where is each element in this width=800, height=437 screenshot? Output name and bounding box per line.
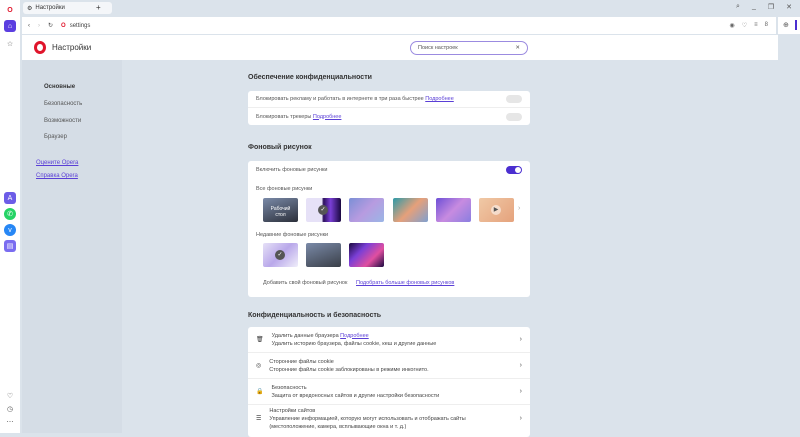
wallpaper-card: Включить фоновые рисунки Все фоновые рис…	[248, 161, 530, 297]
nav-item-security[interactable]: Безопасность	[44, 101, 82, 107]
block-trackers-row: Блокировать трекеры Подробнее	[248, 108, 530, 125]
settings-header: Настройки Поиск настроек ✕	[22, 35, 778, 60]
home-icon[interactable]: ⌂	[4, 20, 16, 32]
whatsapp-icon[interactable]: ✆	[4, 208, 16, 220]
opera-help-link[interactable]: Справка Opera	[36, 173, 78, 179]
chevron-right-icon: ›	[519, 336, 522, 343]
play-icon: ▶	[491, 205, 501, 215]
cookies-row[interactable]: ◎ Сторонние файлы cookie Сторонние файлы c…	[248, 353, 530, 379]
check-icon: ✓	[275, 250, 285, 260]
privacy-card: Блокировать рекламу и работать в интерне…	[248, 91, 530, 125]
panel-indicator	[795, 20, 797, 30]
wallpaper-video-thumb[interactable]: ▶	[479, 198, 514, 222]
opera-logo-icon	[34, 41, 46, 54]
tab-bar: ⚙ Настройки + ⌕ _ ❐ ✕	[20, 0, 800, 16]
search-tabs-icon[interactable]: ⌕	[736, 3, 740, 11]
recent-wallpapers-label: Недавние фоновые рисунки	[256, 232, 329, 238]
player-icon[interactable]: ▤	[4, 240, 16, 252]
wallpaper-selected[interactable]: ✓	[306, 198, 341, 222]
add-wallpaper-button[interactable]: Добавить свой фоновый рисунок	[263, 280, 347, 286]
trash-icon: 🗑	[256, 337, 264, 343]
wallpaper-thumb[interactable]	[436, 198, 471, 222]
enable-wallpapers-toggle[interactable]	[506, 165, 522, 174]
site-settings-row[interactable]: ☰ Настройки сайтов Управление информацией,…	[248, 405, 530, 435]
wallpaper-thumb[interactable]	[393, 198, 428, 222]
wallpaper-desktop[interactable]: Рабочий стол	[263, 198, 298, 222]
security-row[interactable]: 🔒 Безопасность Защита от вредоносных сайто…	[248, 379, 530, 405]
profile-icon[interactable]: 8	[765, 22, 768, 29]
reload-icon[interactable]: ↻	[48, 22, 53, 29]
restore-button[interactable]: ❐	[768, 3, 774, 11]
extensions-panel: ⊕	[778, 17, 800, 34]
wallpaper-section-title: Фоновый рисунок	[248, 144, 312, 151]
next-wallpapers-icon[interactable]: ›	[518, 205, 520, 212]
page-title: Настройки	[52, 43, 92, 52]
recent-wallpaper-thumb[interactable]	[349, 243, 384, 267]
wallpaper-thumb[interactable]	[349, 198, 384, 222]
learn-more-link[interactable]: Подробнее	[340, 333, 369, 339]
settings-nav: Основные Безопасность Возможности Браузе…	[22, 60, 122, 433]
learn-more-link[interactable]: Подробнее	[425, 96, 454, 102]
clear-data-row[interactable]: 🗑 Удалить данные браузера Подробнее Удалит…	[248, 327, 530, 353]
sliders-icon: ☰	[256, 416, 262, 422]
opera-menu-icon[interactable]: O	[4, 4, 16, 16]
back-icon[interactable]: ‹	[28, 23, 30, 29]
address-bar: ‹ › ↻ O settings ◉ ♡ ≡ 8	[22, 17, 776, 34]
block-trackers-toggle[interactable]	[506, 112, 522, 121]
lock-icon: 🔒	[256, 389, 264, 395]
block-ads-toggle[interactable]	[506, 95, 522, 103]
vk-icon[interactable]: v	[4, 224, 16, 236]
close-button[interactable]: ✕	[786, 3, 792, 11]
heart-icon[interactable]: ♡	[742, 22, 747, 29]
new-tab-button[interactable]: +	[96, 3, 101, 12]
history-icon[interactable]: ◷	[4, 403, 16, 415]
recent-wallpaper-thumb[interactable]	[306, 243, 341, 267]
clear-search-icon[interactable]: ✕	[515, 45, 520, 51]
aria-icon[interactable]: A	[4, 192, 16, 204]
nav-item-features[interactable]: Возможности	[44, 118, 81, 124]
chevron-right-icon: ›	[519, 415, 522, 422]
cookie-icon: ◎	[256, 363, 262, 369]
security-section-title: Конфиденциальность и безопасность	[248, 312, 382, 319]
nav-item-browser[interactable]: Браузер	[44, 134, 67, 140]
url-field[interactable]: settings	[70, 23, 91, 29]
all-wallpapers-label: Все фоновые рисунки	[256, 186, 313, 192]
search-settings-input[interactable]: Поиск настроек ✕	[410, 41, 528, 55]
more-wallpapers-link[interactable]: Подобрать больше фоновых рисунков	[356, 280, 454, 286]
recent-wallpaper-selected[interactable]: ✓	[263, 243, 298, 267]
opera-logo-icon: O	[61, 22, 66, 29]
learn-more-link[interactable]: Подробнее	[313, 114, 342, 120]
camera-icon[interactable]: ◉	[730, 22, 735, 29]
block-ads-row: Блокировать рекламу и работать в интерне…	[248, 91, 530, 108]
forward-icon[interactable]: ›	[38, 23, 40, 29]
settings-page: Настройки Поиск настроек ✕ Основные Безо…	[22, 35, 778, 437]
easy-setup-icon[interactable]: ≡	[754, 22, 758, 29]
security-card: 🗑 Удалить данные браузера Подробнее Удалит…	[248, 327, 530, 437]
nav-item-basic[interactable]: Основные	[44, 84, 75, 90]
star-icon[interactable]: ☆	[4, 38, 16, 50]
enable-wallpapers-row: Включить фоновые рисунки	[248, 161, 530, 178]
minimize-button[interactable]: _	[752, 3, 756, 11]
gear-icon: ⚙	[27, 5, 33, 12]
more-icon[interactable]: ⋯	[4, 416, 16, 428]
privacy-section-title: Обеспечение конфиденциальности	[248, 74, 372, 81]
check-icon: ✓	[318, 205, 328, 215]
heart-icon[interactable]: ♡	[4, 390, 16, 402]
opera-sidebar: O ⌂ ☆ A ✆ v ▤ ♡ ◷ ⋯	[0, 0, 20, 433]
chevron-right-icon: ›	[519, 362, 522, 369]
rate-opera-link[interactable]: Оцените Opera	[36, 160, 78, 166]
extensions-icon[interactable]: ⊕	[783, 21, 789, 29]
chevron-right-icon: ›	[519, 388, 522, 395]
